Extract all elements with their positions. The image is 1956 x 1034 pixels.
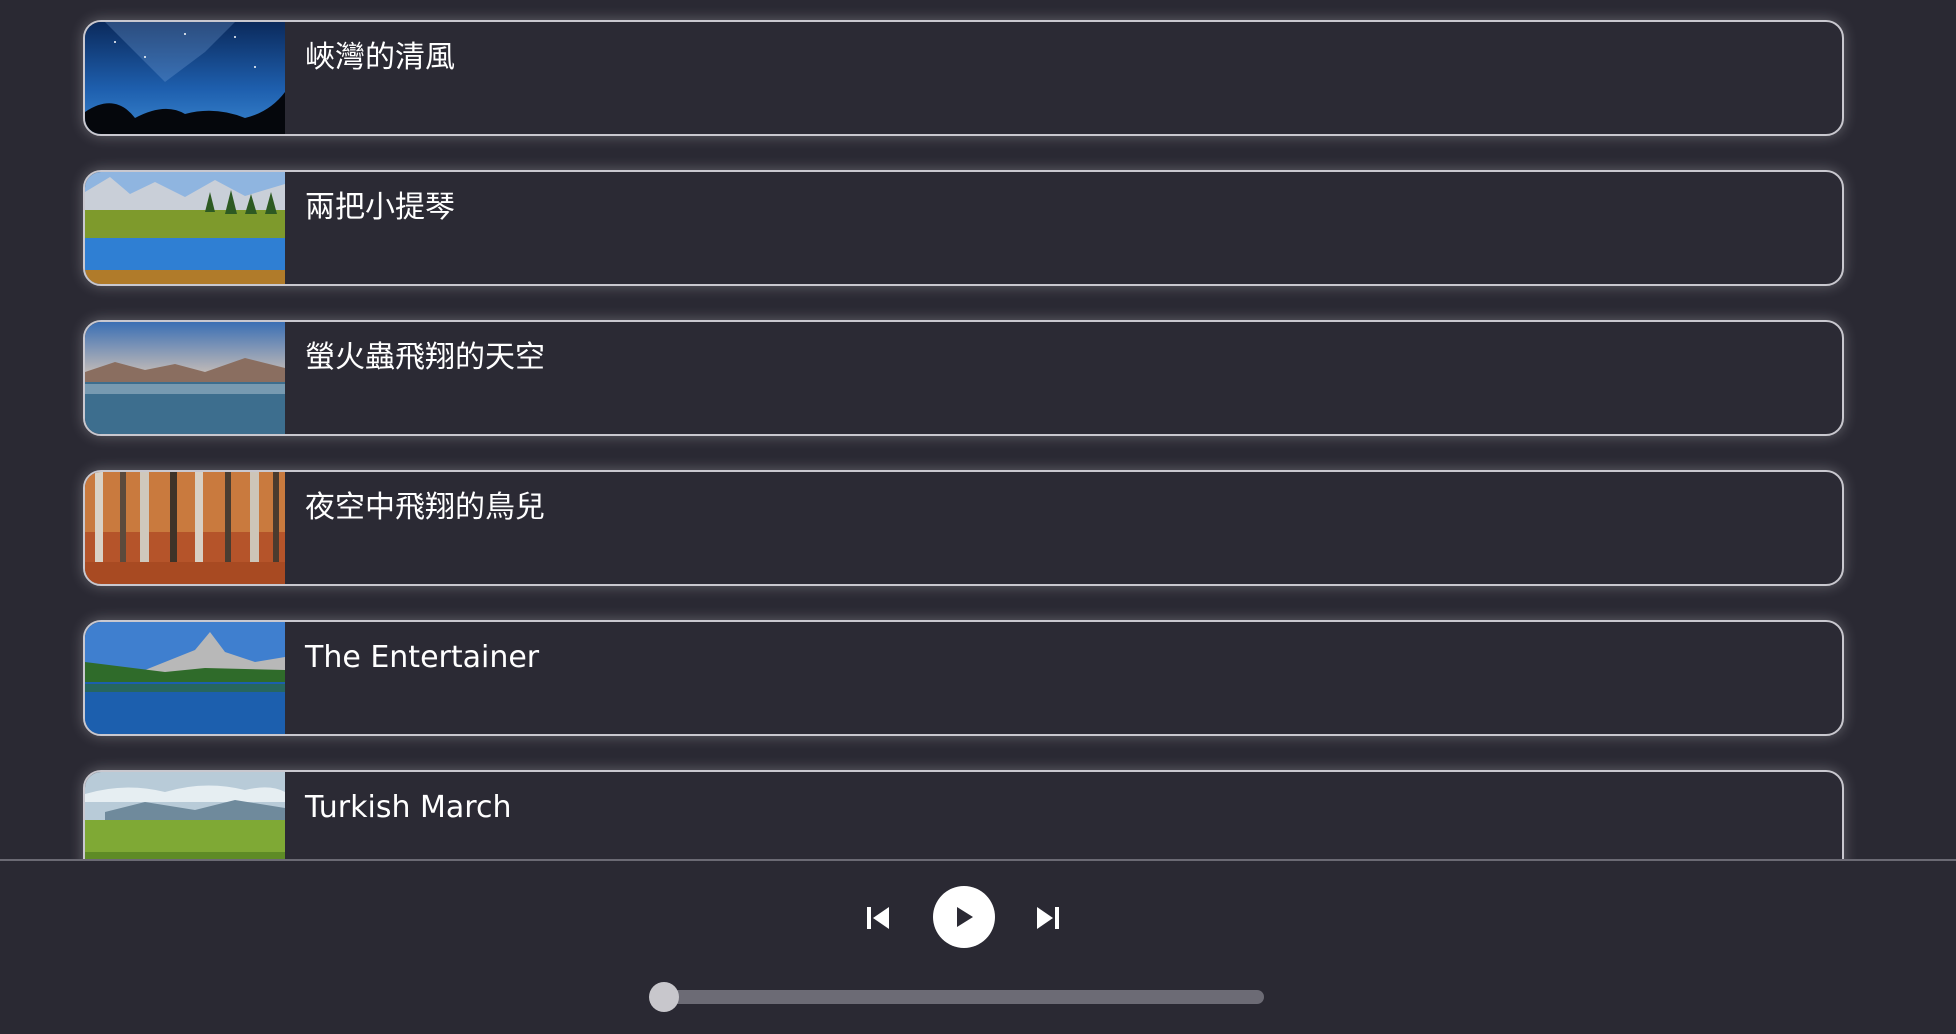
progress-handle[interactable] — [649, 982, 679, 1012]
player-bar — [0, 859, 1956, 1034]
track-title: 兩把小提琴 — [305, 190, 455, 225]
track-thumbnail — [85, 322, 285, 434]
skip-previous-icon — [867, 907, 889, 929]
skip-next-icon — [1037, 907, 1059, 929]
track-thumbnail — [85, 772, 285, 859]
track-item[interactable]: 兩把小提琴 — [83, 170, 1844, 286]
track-thumbnail — [85, 622, 285, 734]
track-item[interactable]: 峽灣的清風 — [83, 20, 1844, 136]
music-player-app: 峽灣的清風 兩把小提琴 螢火蟲飛翔的天空 夜空中飛翔的鳥兒 The Entert… — [0, 0, 1956, 1034]
track-thumbnail — [85, 472, 285, 584]
play-button[interactable] — [933, 886, 995, 948]
progress-bar[interactable] — [649, 982, 1264, 1012]
track-item[interactable]: 夜空中飛翔的鳥兒 — [83, 470, 1844, 586]
track-title: Turkish March — [305, 790, 512, 825]
track-thumbnail — [85, 22, 285, 134]
track-title: 螢火蟲飛翔的天空 — [305, 340, 545, 375]
play-icon — [957, 907, 973, 927]
playlist: 峽灣的清風 兩把小提琴 螢火蟲飛翔的天空 夜空中飛翔的鳥兒 The Entert… — [0, 0, 1956, 859]
track-title: The Entertainer — [305, 640, 540, 675]
track-item[interactable]: The Entertainer — [83, 620, 1844, 736]
track-title: 夜空中飛翔的鳥兒 — [305, 490, 545, 525]
track-title: 峽灣的清風 — [305, 40, 455, 75]
track-thumbnail — [85, 172, 285, 284]
track-item[interactable]: 螢火蟲飛翔的天空 — [83, 320, 1844, 436]
next-button[interactable] — [1028, 898, 1068, 938]
track-item[interactable]: Turkish March — [83, 770, 1844, 859]
previous-button[interactable] — [858, 898, 898, 938]
